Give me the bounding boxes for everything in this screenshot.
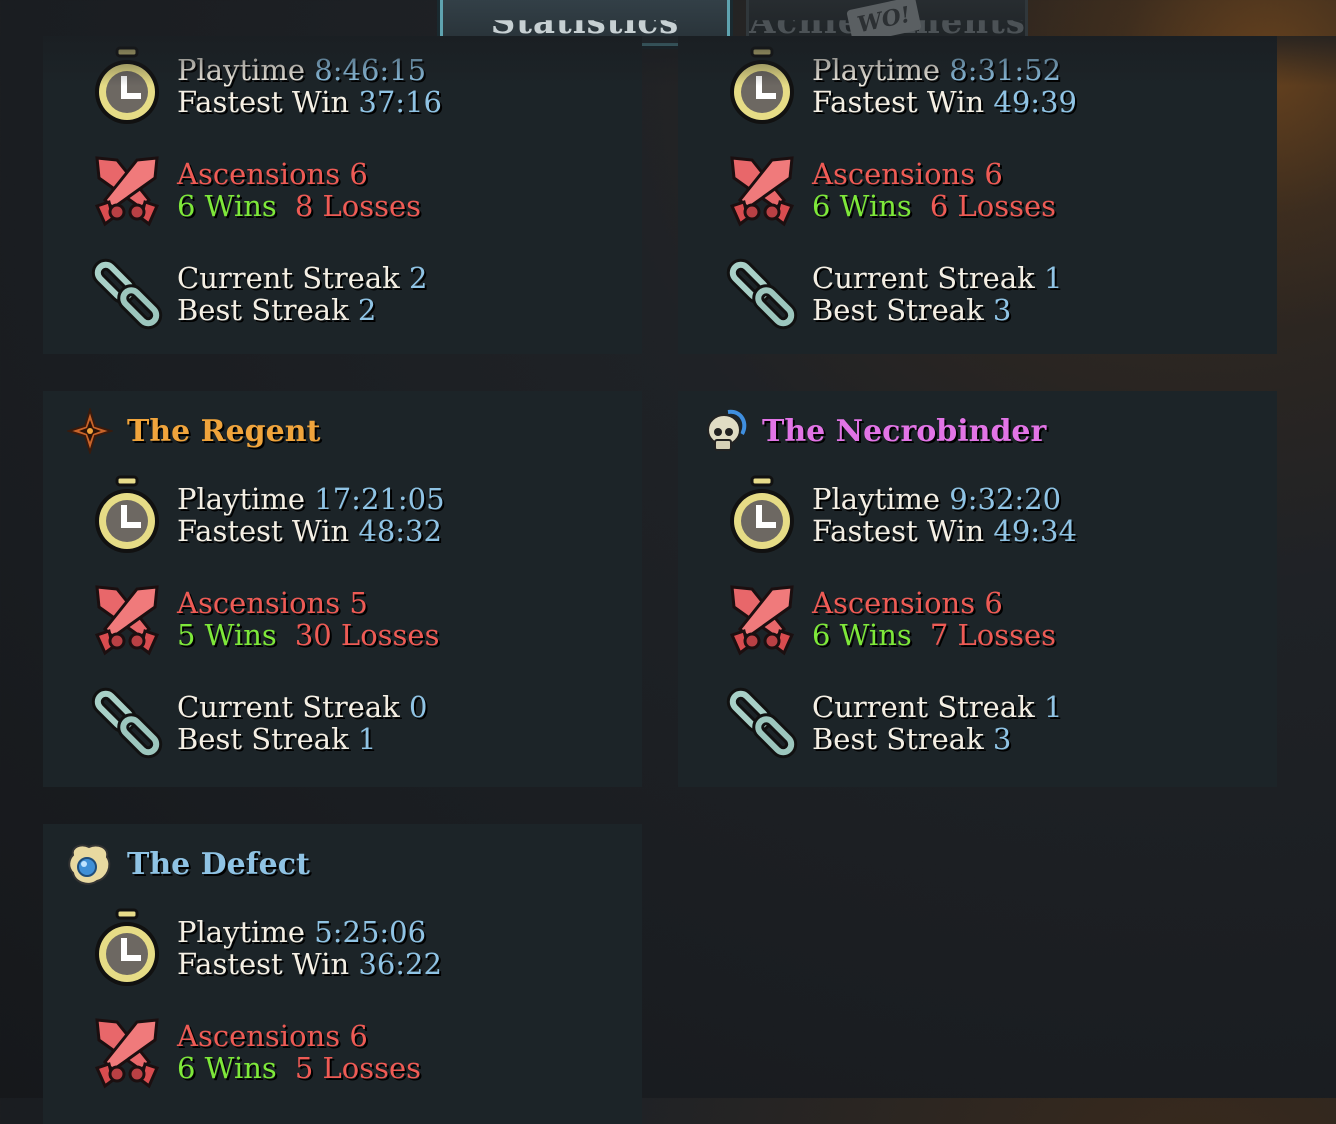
fastest-win-label: Fastest Win [177,514,350,548]
crossed-swords-icon [724,579,800,659]
character-panel-necrobinder: The Necrobinder Playtime 9:32:20 Fastest… [678,391,1277,787]
character-panel-silent: Playtime 8:31:52 Fastest Win 49:39 Ascen… [678,36,1277,354]
current-streak-value: 0 [408,690,428,724]
streak-stat: Current Streak 1 Best Streak 3 [724,254,1062,334]
stopwatch-icon [89,908,165,988]
fastest-win-label: Fastest Win [177,947,350,981]
stopwatch-icon [89,475,165,555]
current-streak-value: 1 [1043,690,1063,724]
fastest-win-value: 49:39 [993,85,1077,119]
playtime-value: 17:21:05 [314,482,445,516]
ascension-stat: Ascensions 6 6 Wins 7 Losses [724,579,1056,659]
character-panel-regent: The Regent Playtime 17:21:05 Fastest Win… [43,391,642,787]
character-header: The Regent [67,408,321,454]
stopwatch-icon [724,46,800,126]
chain-icon [724,683,800,763]
current-streak-label: Current Streak [812,690,1035,724]
ascension-stat: Ascensions 6 6 Wins 5 Losses [89,1012,421,1092]
wins-value: 6 Wins [812,189,912,223]
ascension-stat: Ascensions 5 5 Wins 30 Losses [89,579,439,659]
playtime-label: Playtime [177,915,306,949]
wins-value: 5 Wins [177,618,277,652]
playtime-stat: Playtime 17:21:05 Fastest Win 48:32 [89,475,445,555]
ascensions-value: 6 [349,157,368,191]
playtime-value: 8:46:15 [314,53,427,87]
character-header: The Defect [67,842,310,886]
playtime-label: Playtime [177,53,306,87]
current-streak-value: 1 [1043,261,1063,295]
skull-icon [707,409,747,451]
ascension-stat: Ascensions 6 6 Wins 6 Losses [724,150,1056,230]
character-panel-defect: The Defect Playtime 5:25:06 Fastest Win … [43,824,642,1124]
ascensions-label: Ascensions [812,586,976,620]
chain-icon [89,683,165,763]
playtime-stat: Playtime 9:32:20 Fastest Win 49:34 [724,475,1077,555]
stopwatch-icon [89,46,165,126]
playtime-label: Playtime [812,53,941,87]
current-streak-label: Current Streak [177,261,400,295]
wins-value: 6 Wins [177,189,277,223]
fastest-win-label: Fastest Win [177,85,350,119]
chain-icon [89,254,165,334]
ascension-stat: Ascensions 6 6 Wins 8 Losses [89,150,421,230]
streak-stat: Current Streak 1 Best Streak 3 [724,683,1062,763]
crossed-swords-icon [89,1012,165,1092]
stopwatch-icon [724,475,800,555]
tab-statistics-label: Statistics [490,2,680,42]
losses-value: 8 Losses [294,189,422,223]
losses-value: 30 Losses [294,618,440,652]
ascensions-value: 6 [984,157,1003,191]
best-streak-label: Best Streak [177,293,349,327]
playtime-value: 5:25:06 [314,915,427,949]
best-streak-label: Best Streak [812,722,984,756]
streak-stat: Current Streak 0 Best Streak 1 [89,683,427,763]
ascensions-label: Ascensions [812,157,976,191]
crossed-swords-icon [89,150,165,230]
best-streak-value: 3 [992,722,1012,756]
fastest-win-value: 49:34 [993,514,1077,548]
best-streak-value: 3 [992,293,1012,327]
best-streak-value: 2 [357,293,377,327]
character-name: The Defect [127,846,310,882]
wins-value: 6 Wins [812,618,912,652]
current-streak-label: Current Streak [177,690,400,724]
playtime-value: 9:32:20 [949,482,1062,516]
ascensions-label: Ascensions [177,586,341,620]
playtime-value: 8:31:52 [949,53,1062,87]
character-name: The Necrobinder [762,413,1047,449]
playtime-stat: Playtime 8:46:15 Fastest Win 37:16 [89,46,442,126]
current-streak-label: Current Streak [812,261,1035,295]
best-streak-label: Best Streak [812,293,984,327]
orb-icon [68,844,111,885]
best-streak-value: 1 [357,722,377,756]
character-panel-ironclad: Playtime 8:46:15 Fastest Win 37:16 Ascen… [43,36,642,354]
character-header: The Necrobinder [702,409,1046,453]
playtime-stat: Playtime 5:25:06 Fastest Win 36:22 [89,908,442,988]
losses-value: 7 Losses [929,618,1057,652]
ascensions-value: 5 [349,586,368,620]
fastest-win-label: Fastest Win [812,514,985,548]
current-streak-value: 2 [408,261,428,295]
losses-value: 6 Losses [929,189,1057,223]
regent-star-icon [67,408,113,454]
ascensions-label: Ascensions [177,1019,341,1053]
ascensions-label: Ascensions [177,157,341,191]
character-name: The Regent [127,413,321,449]
fastest-win-value: 37:16 [358,85,442,119]
streak-stat: Current Streak 2 Best Streak 2 [89,254,427,334]
crossed-swords-icon [724,150,800,230]
ascensions-value: 6 [349,1019,368,1053]
playtime-label: Playtime [812,482,941,516]
chain-icon [724,254,800,334]
fastest-win-label: Fastest Win [812,85,985,119]
crossed-swords-icon [89,579,165,659]
ascensions-value: 6 [984,586,1003,620]
playtime-stat: Playtime 8:31:52 Fastest Win 49:39 [724,46,1077,126]
wins-value: 6 Wins [177,1051,277,1085]
fastest-win-value: 36:22 [358,947,442,981]
losses-value: 5 Losses [294,1051,422,1085]
fastest-win-value: 48:32 [358,514,442,548]
best-streak-label: Best Streak [177,722,349,756]
playtime-label: Playtime [177,482,306,516]
